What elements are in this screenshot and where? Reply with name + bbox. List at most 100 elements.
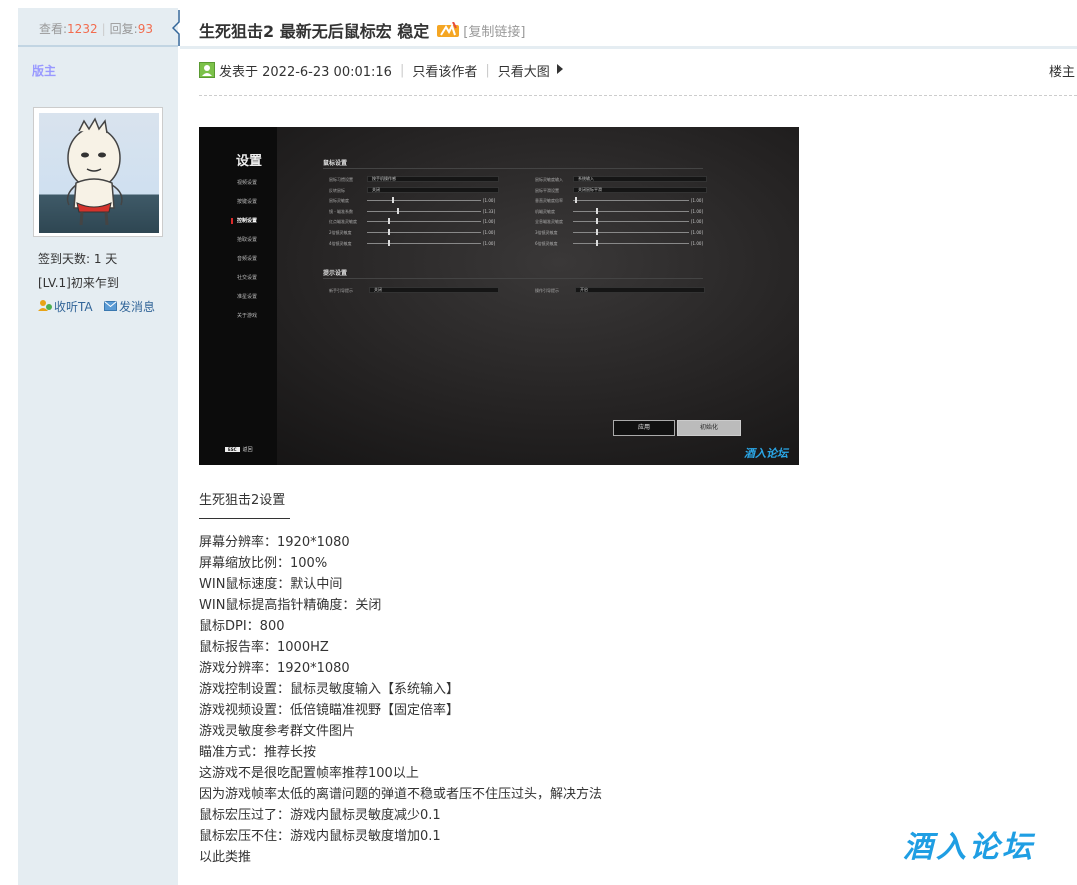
active-menu-marker bbox=[231, 218, 233, 224]
setting-label: 机瞄灵敏度 bbox=[535, 208, 555, 214]
slider-knob[interactable] bbox=[392, 197, 395, 204]
follow-icon bbox=[38, 299, 52, 314]
slider-value: [1.00] bbox=[483, 198, 496, 204]
content-line: WIN鼠标速度：默认中间 bbox=[199, 577, 343, 592]
settings-menu-item[interactable]: 社交设置 bbox=[237, 274, 257, 281]
setting-slider[interactable] bbox=[367, 242, 481, 244]
floor-label[interactable]: 楼主 bbox=[1049, 61, 1075, 80]
settings-menu-item[interactable]: 按键设置 bbox=[237, 198, 257, 205]
play-arrow-icon bbox=[556, 63, 563, 78]
post-date: 发表于 2022-6-23 00:01:16 bbox=[219, 64, 392, 80]
slider-value: [1.00] bbox=[691, 240, 704, 246]
author-name[interactable]: 版主 bbox=[32, 62, 56, 79]
content-line: 游戏视频设置：低倍镜瞄准视野【固定倍率】 bbox=[199, 703, 460, 718]
content-line: 屏幕分辨率：1920*1080 bbox=[199, 535, 350, 550]
setting-slider[interactable] bbox=[573, 221, 689, 223]
slider-knob[interactable] bbox=[596, 207, 599, 214]
setting-label: 垂直灵敏度倍率 bbox=[535, 198, 563, 204]
content-line: 这游戏不是很吃配置帧率推荐100以上 bbox=[199, 766, 419, 781]
slider-knob[interactable] bbox=[596, 229, 599, 235]
setting-label: 4倍镜灵敏度 bbox=[329, 240, 352, 246]
hint-left-select[interactable]: 关闭 bbox=[369, 287, 499, 293]
content-line: 鼠标宏压过了：游戏内鼠标灵敏度减少0.1 bbox=[199, 808, 441, 823]
setting-label: 鼠标灵敏度输入 bbox=[535, 177, 563, 182]
setting-label: 镜 - 瞄准系数 bbox=[329, 208, 353, 214]
setting-label: 6倍镜灵敏度 bbox=[535, 240, 558, 246]
section-hint-rule bbox=[323, 278, 703, 279]
section-hint: 提示设置 bbox=[323, 270, 348, 277]
meta-divider bbox=[199, 95, 1077, 96]
content-line: 以此类推 bbox=[199, 850, 252, 865]
slider-knob[interactable] bbox=[387, 218, 390, 225]
setting-slider[interactable] bbox=[367, 232, 481, 233]
follow-link[interactable]: 收听TA bbox=[38, 298, 93, 315]
setting-slider[interactable] bbox=[367, 221, 481, 223]
slider-knob[interactable] bbox=[387, 239, 390, 246]
hint-left-label: 新手引导提示 bbox=[329, 288, 353, 293]
hint-right-label: 操作引导提示 bbox=[535, 288, 559, 293]
hint-right-select[interactable]: 开启 bbox=[575, 287, 705, 293]
content-line: 游戏灵敏度参考群文件图片 bbox=[199, 724, 356, 739]
setting-select[interactable]: 系统输入 bbox=[573, 176, 707, 182]
slider-value: [1.00] bbox=[483, 219, 496, 225]
copy-link-button[interactable]: [复制链接] bbox=[463, 21, 525, 40]
setting-select[interactable]: 按手机操作感 bbox=[367, 176, 499, 182]
replies-count: 93 bbox=[137, 22, 153, 36]
apply-button[interactable]: 应用 bbox=[613, 420, 675, 436]
setting-label: 2倍镜灵敏度 bbox=[329, 230, 352, 235]
intro-underline bbox=[199, 518, 290, 519]
slider-value: [1.00] bbox=[691, 198, 704, 204]
post-meta: 发表于 2022-6-23 00:01:16 | 只看该作者 | 只看大图 bbox=[199, 60, 563, 80]
thread-title-row: 生死狙击2 最新无后鼠标宏 稳定 [复制链接] bbox=[199, 18, 525, 42]
setting-slider[interactable] bbox=[367, 200, 481, 202]
settings-menu-item[interactable]: 音频设置 bbox=[237, 255, 257, 262]
slider-value: [1.00] bbox=[691, 230, 704, 235]
setting-slider[interactable] bbox=[367, 210, 481, 212]
settings-heading: 设置 bbox=[236, 154, 263, 169]
slider-knob[interactable] bbox=[387, 229, 390, 235]
settings-menu-item[interactable]: 拾取设置 bbox=[237, 236, 257, 243]
setting-label: 3倍镜灵敏度 bbox=[535, 230, 558, 235]
slider-knob[interactable] bbox=[596, 239, 599, 246]
game-settings-screenshot[interactable]: 设置 视频设置 按键设置 控制设置 拾取设置 音频设置 社交设置 准星设置 关于游戏 鼠标设置… bbox=[199, 127, 799, 465]
online-icon bbox=[199, 62, 215, 78]
slider-knob[interactable] bbox=[575, 197, 578, 204]
settings-menu-item[interactable]: 视频设置 bbox=[237, 179, 257, 186]
esc-back[interactable]: ESC 返回 bbox=[225, 446, 253, 453]
setting-label: 反转鼠标 bbox=[329, 187, 345, 193]
content-line: 游戏分辨率：1920*1080 bbox=[199, 661, 350, 676]
setting-slider[interactable] bbox=[573, 200, 689, 202]
slider-value: [1.00] bbox=[483, 230, 496, 235]
title-divider bbox=[180, 46, 1077, 49]
setting-slider[interactable] bbox=[573, 210, 689, 212]
setting-select[interactable]: 关闭 bbox=[367, 186, 499, 193]
only-author-link[interactable]: 只看该作者 bbox=[412, 61, 477, 80]
slider-knob[interactable] bbox=[596, 218, 599, 225]
content-intro: 生死狙击2设置 bbox=[199, 493, 286, 508]
slider-value: [1.00] bbox=[691, 219, 704, 225]
content-line: 游戏控制设置：鼠标灵敏度输入【系统输入】 bbox=[199, 682, 460, 697]
settings-menu-item[interactable]: 控制设置 bbox=[237, 217, 257, 224]
settings-menu-item[interactable]: 关于游戏 bbox=[237, 312, 257, 319]
checkin-days: 签到天数: 1 天 bbox=[38, 252, 118, 266]
setting-label: 鼠标习惯设置 bbox=[329, 177, 353, 182]
only-images-link[interactable]: 只看大图 bbox=[498, 61, 550, 80]
settings-menu-item[interactable]: 准星设置 bbox=[237, 293, 257, 300]
setting-slider[interactable] bbox=[573, 242, 689, 244]
title-notch-icon bbox=[172, 10, 180, 46]
send-message-link[interactable]: 发消息 bbox=[104, 298, 155, 315]
setting-label: 全息瞄准灵敏度 bbox=[535, 219, 563, 225]
slider-value: [1.33] bbox=[483, 208, 496, 214]
thread-title: 生死狙击2 最新无后鼠标宏 稳定 bbox=[199, 22, 430, 41]
setting-slider[interactable] bbox=[573, 232, 689, 233]
content-line: 鼠标宏压不住：游戏内鼠标灵敏度增加0.1 bbox=[199, 829, 441, 844]
esc-key: ESC bbox=[225, 447, 240, 452]
content-line: 鼠标报告率：1000HZ bbox=[199, 640, 329, 655]
slider-value: [1.00] bbox=[691, 208, 704, 214]
setting-select[interactable]: 关闭鼠标平滑 bbox=[573, 186, 707, 193]
reset-button[interactable]: 初始化 bbox=[677, 420, 741, 436]
avatar[interactable] bbox=[33, 107, 163, 237]
slider-knob[interactable] bbox=[396, 207, 399, 214]
esc-label: 返回 bbox=[242, 447, 253, 453]
content-line: WIN鼠标提高指针精确度：关闭 bbox=[199, 598, 382, 613]
